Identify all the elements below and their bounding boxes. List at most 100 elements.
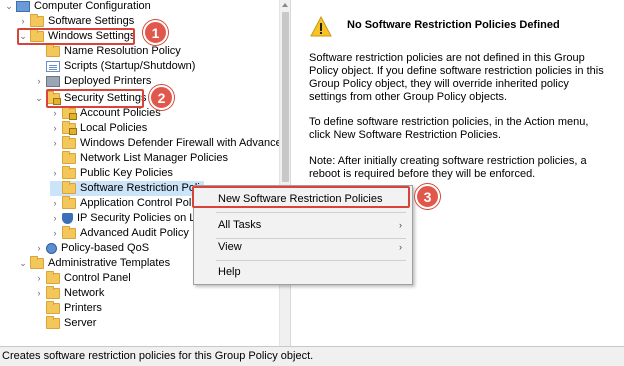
script-icon bbox=[46, 61, 60, 72]
expand-arrow-icon[interactable]: › bbox=[34, 271, 44, 286]
tree-item-network-list-manager[interactable]: Network List Manager Policies bbox=[50, 151, 228, 166]
scrollbar-thumb[interactable] bbox=[282, 12, 289, 182]
tree-item-software-settings[interactable]: › Software Settings bbox=[18, 14, 134, 29]
tree-item-network[interactable]: › Network bbox=[34, 286, 104, 301]
menu-item-help[interactable]: Help bbox=[194, 262, 412, 282]
folder-icon bbox=[46, 301, 60, 314]
annotation-highlight-windows-settings bbox=[17, 28, 135, 45]
tree-item-software-restriction-policies[interactable]: Software Restriction Poli bbox=[50, 181, 204, 196]
submenu-arrow-icon: › bbox=[399, 220, 402, 230]
folder-icon bbox=[62, 106, 77, 120]
menu-item-label: View bbox=[218, 241, 242, 253]
expand-arrow-icon[interactable]: › bbox=[34, 74, 44, 89]
tree-item-administrative-templates[interactable]: ⌄ Administrative Templates bbox=[18, 256, 170, 271]
warning-icon bbox=[310, 16, 332, 37]
expand-arrow-icon[interactable]: › bbox=[50, 121, 60, 136]
menu-item-label: Help bbox=[218, 266, 241, 278]
collapse-arrow-icon[interactable]: ⌄ bbox=[34, 91, 44, 106]
folder-icon bbox=[30, 256, 44, 269]
tree-item-label: IP Security Policies on L bbox=[77, 212, 196, 224]
printer-icon bbox=[46, 76, 60, 87]
tree-item-label: Server bbox=[64, 317, 97, 329]
expand-arrow-icon[interactable]: › bbox=[50, 196, 60, 211]
expand-arrow-icon[interactable]: › bbox=[50, 211, 60, 226]
tree-item-label: Scripts (Startup/Shutdown) bbox=[64, 60, 196, 72]
folder-icon bbox=[46, 44, 60, 57]
step-badge-1: 1 bbox=[143, 20, 168, 45]
tree-item-label: Deployed Printers bbox=[64, 75, 152, 87]
tree-item-ip-security-policies[interactable]: › IP Security Policies on L bbox=[50, 211, 195, 226]
qos-icon bbox=[46, 243, 57, 254]
annotation-highlight-new-policies bbox=[192, 186, 410, 208]
expand-arrow-icon[interactable]: › bbox=[50, 166, 60, 181]
expand-arrow-icon[interactable]: › bbox=[50, 136, 60, 151]
tree-item-server[interactable]: Server bbox=[34, 316, 96, 331]
tree-item-label: Control Panel bbox=[64, 272, 131, 284]
tree-item-label: Printers bbox=[64, 302, 102, 314]
expand-arrow-icon[interactable]: › bbox=[50, 226, 60, 241]
tree-item-label: Network List Manager Policies bbox=[80, 152, 228, 164]
tree-item-advanced-audit-policy[interactable]: › Advanced Audit Policy bbox=[50, 226, 189, 241]
folder-icon bbox=[62, 151, 76, 164]
tree-item-label: Advanced Audit Policy bbox=[80, 227, 189, 239]
folder-icon bbox=[46, 271, 60, 284]
tree-item-label: Public Key Policies bbox=[80, 167, 173, 179]
computer-icon bbox=[16, 1, 30, 12]
collapse-arrow-icon[interactable]: ⌄ bbox=[4, 0, 14, 14]
folder-icon bbox=[62, 166, 76, 179]
tree-item-computer-configuration[interactable]: ⌄ Computer Configuration bbox=[4, 0, 151, 14]
folder-icon bbox=[62, 226, 76, 239]
expand-arrow-icon[interactable]: › bbox=[34, 286, 44, 301]
expand-arrow-icon[interactable]: › bbox=[18, 14, 28, 29]
shield-icon bbox=[62, 213, 73, 224]
tree-item-scripts[interactable]: Scripts (Startup/Shutdown) bbox=[34, 59, 195, 74]
tree-item-label: Account Policies bbox=[80, 107, 161, 119]
details-paragraph: Software restriction policies are not de… bbox=[309, 52, 604, 103]
tree-item-label: Software Restriction Poli bbox=[80, 182, 200, 194]
tree-item-label: Computer Configuration bbox=[34, 0, 151, 12]
menu-item-all-tasks[interactable]: All Tasks › bbox=[194, 215, 412, 235]
submenu-arrow-icon: › bbox=[399, 242, 402, 252]
tree-item-name-resolution-policy[interactable]: Name Resolution Policy bbox=[34, 44, 181, 59]
tree-item-label: Application Control Pol bbox=[80, 197, 192, 209]
tree-item-label: Software Settings bbox=[48, 15, 135, 27]
tree-item-windows-defender-firewall[interactable]: › Windows Defender Firewall with Advance… bbox=[50, 136, 279, 151]
tree-item-label: Local Policies bbox=[80, 122, 148, 134]
tree-item-public-key-policies[interactable]: › Public Key Policies bbox=[50, 166, 173, 181]
folder-icon bbox=[62, 136, 76, 149]
tree-item-account-policies[interactable]: › Account Policies bbox=[50, 106, 161, 121]
tree-scrollbar[interactable] bbox=[279, 0, 291, 346]
expand-arrow-icon[interactable]: › bbox=[50, 106, 60, 121]
folder-icon bbox=[62, 181, 76, 194]
menu-item-label: All Tasks bbox=[218, 219, 262, 231]
menu-item-view[interactable]: View › bbox=[194, 237, 412, 257]
tree-item-printers[interactable]: Printers bbox=[34, 301, 102, 316]
details-heading: No Software Restriction Policies Defined bbox=[347, 19, 560, 31]
details-pane: No Software Restriction Policies Defined… bbox=[292, 0, 624, 346]
expand-arrow-icon[interactable]: › bbox=[34, 241, 44, 256]
menu-separator bbox=[216, 212, 406, 213]
step-badge-2: 2 bbox=[149, 85, 174, 110]
folder-icon bbox=[46, 286, 60, 299]
details-note: Note: After initially creating software … bbox=[309, 155, 587, 180]
tree-item-policy-based-qos[interactable]: › Policy-based QoS bbox=[34, 241, 149, 256]
details-paragraph: To define software restriction policies,… bbox=[309, 116, 589, 141]
console-tree[interactable]: ⌄ Computer Configuration › Software Sett… bbox=[0, 0, 279, 346]
tree-item-label: Administrative Templates bbox=[48, 257, 171, 269]
tree-item-control-panel[interactable]: › Control Panel bbox=[34, 271, 131, 286]
tree-item-label: Name Resolution Policy bbox=[64, 45, 181, 57]
collapse-arrow-icon[interactable]: ⌄ bbox=[18, 256, 28, 271]
tree-item-local-policies[interactable]: › Local Policies bbox=[50, 121, 147, 136]
annotation-highlight-security-settings bbox=[46, 89, 144, 108]
scroll-up-icon[interactable] bbox=[282, 3, 288, 7]
status-bar: Creates software restriction policies fo… bbox=[0, 346, 624, 366]
tree-item-label: Windows Defender Firewall with Advanced bbox=[80, 137, 279, 149]
step-badge-3: 3 bbox=[415, 184, 440, 209]
tree-item-deployed-printers[interactable]: › Deployed Printers bbox=[34, 74, 151, 89]
tree-item-application-control-policies[interactable]: › Application Control Pol bbox=[50, 196, 191, 211]
folder-icon bbox=[30, 14, 44, 27]
folder-icon bbox=[46, 316, 60, 329]
